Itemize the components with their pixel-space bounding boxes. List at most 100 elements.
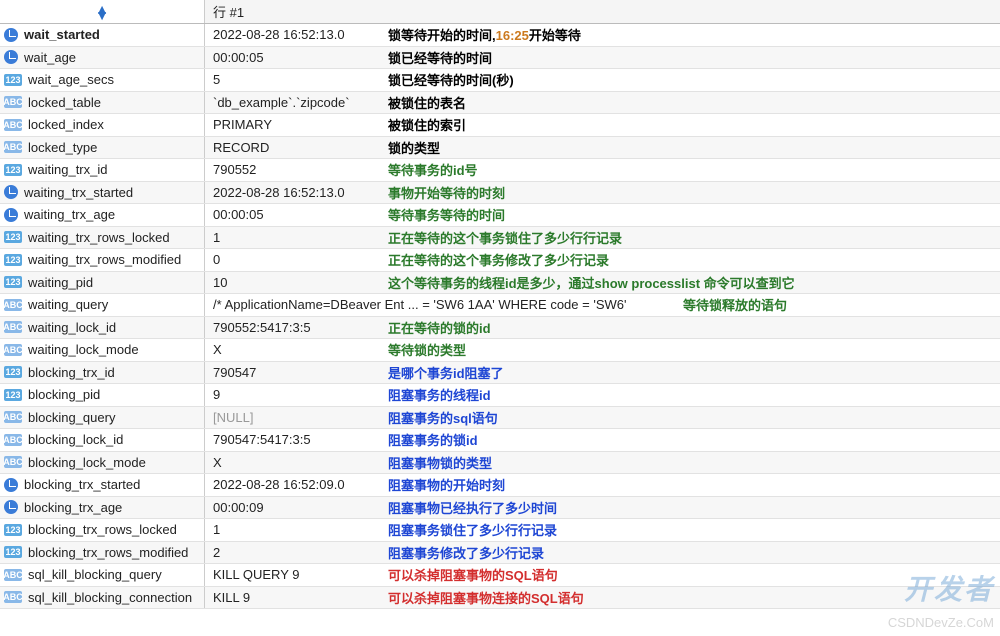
property-row[interactable]: 123waiting_trx_rows_locked1正在等待的这个事务锁住了多…: [0, 227, 1000, 250]
property-value[interactable]: 00:00:05: [205, 47, 380, 69]
property-name-cell[interactable]: ABClocked_table: [0, 92, 205, 114]
property-description: 等待事务的id号: [388, 160, 478, 179]
property-row[interactable]: ABCwaiting_query/* ApplicationName=DBeav…: [0, 294, 1000, 317]
property-name-cell[interactable]: 123blocking_trx_rows_locked: [0, 519, 205, 541]
property-row[interactable]: waiting_trx_started2022-08-28 16:52:13.0…: [0, 182, 1000, 205]
property-row[interactable]: ABCblocking_lock_modeX阻塞事物锁的类型: [0, 452, 1000, 475]
text-type-icon: ABC: [4, 119, 22, 131]
property-name-cell[interactable]: ABCwaiting_lock_id: [0, 317, 205, 339]
property-name-cell[interactable]: ABCwaiting_query: [0, 294, 205, 316]
property-row[interactable]: blocking_trx_started2022-08-28 16:52:09.…: [0, 474, 1000, 497]
property-name: locked_type: [28, 140, 204, 155]
property-row[interactable]: ABClocked_table`db_example`.`zipcode`被锁住…: [0, 92, 1000, 115]
property-value[interactable]: 2022-08-28 16:52:13.0: [205, 182, 380, 204]
property-value[interactable]: KILL 9: [205, 587, 380, 609]
property-value[interactable]: 0: [205, 249, 380, 271]
property-name: waiting_trx_id: [28, 162, 204, 177]
property-value[interactable]: PRIMARY: [205, 114, 380, 136]
property-desc-cell: 可以杀掉阻塞事物的SQL语句: [380, 564, 1000, 586]
property-name-cell[interactable]: blocking_trx_started: [0, 474, 205, 496]
text-type-icon: ABC: [4, 344, 22, 356]
property-name: waiting_pid: [28, 275, 204, 290]
number-type-icon: 123: [4, 546, 22, 558]
property-description: 锁的类型: [388, 138, 440, 157]
property-name-cell[interactable]: ABClocked_index: [0, 114, 205, 136]
property-row[interactable]: 123wait_age_secs5锁已经等待的时间(秒): [0, 69, 1000, 92]
property-name-cell[interactable]: wait_started: [0, 24, 205, 46]
property-row[interactable]: ABCwaiting_lock_id790552:5417:3:5正在等待的锁的…: [0, 317, 1000, 340]
property-value[interactable]: [NULL]: [205, 407, 380, 429]
row-hash-header[interactable]: 行 #1: [205, 0, 1000, 23]
property-name-cell[interactable]: 123waiting_pid: [0, 272, 205, 294]
property-name-cell[interactable]: ABCsql_kill_blocking_connection: [0, 587, 205, 609]
property-row[interactable]: 123blocking_pid9阻塞事务的线程id: [0, 384, 1000, 407]
property-description: 这个等待事务的线程id是多少，通过show processlist 命令可以查到…: [388, 273, 795, 292]
property-name-cell[interactable]: 123blocking_pid: [0, 384, 205, 406]
row-hash-label: 行 #1: [213, 2, 244, 21]
property-value[interactable]: 2022-08-28 16:52:13.0: [205, 24, 380, 46]
property-name: sql_kill_blocking_connection: [28, 590, 204, 605]
property-name: waiting_lock_mode: [28, 342, 204, 357]
property-row[interactable]: 123waiting_trx_id790552 等待事务的id号: [0, 159, 1000, 182]
property-row[interactable]: ABClocked_indexPRIMARY被锁住的索引: [0, 114, 1000, 137]
property-name-cell[interactable]: waiting_trx_started: [0, 182, 205, 204]
property-value[interactable]: X: [205, 452, 380, 474]
property-name-cell[interactable]: wait_age: [0, 47, 205, 69]
sort-column-header[interactable]: ▲▼: [0, 0, 205, 23]
property-value[interactable]: 10: [205, 272, 380, 294]
property-value[interactable]: 1: [205, 519, 380, 541]
property-row[interactable]: ABCwaiting_lock_modeX等待锁的类型: [0, 339, 1000, 362]
property-name-cell[interactable]: ABCblocking_lock_id: [0, 429, 205, 451]
property-desc-cell: 阻塞事物锁的类型: [380, 452, 1000, 474]
property-row[interactable]: ABCblocking_query[NULL]阻塞事务的sql语句: [0, 407, 1000, 430]
property-name-cell[interactable]: ABCblocking_query: [0, 407, 205, 429]
property-value[interactable]: RECORD: [205, 137, 380, 159]
property-name-cell[interactable]: ABCsql_kill_blocking_query: [0, 564, 205, 586]
property-name-cell[interactable]: ABC waiting_lock_mode: [0, 339, 205, 361]
property-value[interactable]: 790552: [205, 159, 380, 181]
property-value[interactable]: 790552:5417:3:5: [205, 317, 380, 339]
property-name: blocking_trx_rows_modified: [28, 545, 204, 560]
property-row[interactable]: ABClocked_typeRECORD 锁的类型: [0, 137, 1000, 160]
property-row[interactable]: wait_started2022-08-28 16:52:13.0锁等待开始的时…: [0, 24, 1000, 47]
property-row[interactable]: waiting_trx_age00:00:05等待事务等待的时间: [0, 204, 1000, 227]
number-type-icon: 123: [4, 231, 22, 243]
property-row[interactable]: 123blocking_trx_rows_locked1阻塞事务锁住了多少行行记…: [0, 519, 1000, 542]
property-row[interactable]: 123waiting_pid10 这个等待事务的线程id是多少，通过show pr…: [0, 272, 1000, 295]
property-row[interactable]: ABCblocking_lock_id790547:5417:3:5阻塞事务的锁…: [0, 429, 1000, 452]
property-desc-cell: 正在等待的锁的id: [380, 317, 1000, 339]
property-name-cell[interactable]: 123waiting_trx_rows_modified: [0, 249, 205, 271]
property-name-cell[interactable]: 123 blocking_trx_rows_modified: [0, 542, 205, 564]
property-value[interactable]: 00:00:09: [205, 497, 380, 519]
property-value[interactable]: 790547:5417:3:5: [205, 429, 380, 451]
property-value[interactable]: /* ApplicationName=DBeaver Ent ... = 'SW…: [205, 294, 675, 316]
property-value[interactable]: 5: [205, 69, 380, 91]
property-value[interactable]: 790547: [205, 362, 380, 384]
property-name-cell[interactable]: waiting_trx_age: [0, 204, 205, 226]
property-row[interactable]: 123blocking_trx_rows_modified2阻塞事务修改了多少行…: [0, 542, 1000, 565]
property-name-cell[interactable]: ABClocked_type: [0, 137, 205, 159]
property-row[interactable]: ABCsql_kill_blocking_connectionKILL 9可以杀…: [0, 587, 1000, 610]
property-value[interactable]: 9: [205, 384, 380, 406]
property-row[interactable]: wait_age00:00:05锁已经等待的时间: [0, 47, 1000, 70]
property-name-cell[interactable]: 123waiting_trx_rows_locked: [0, 227, 205, 249]
property-row[interactable]: 123waiting_trx_rows_modified0正在等待的这个事务修改…: [0, 249, 1000, 272]
property-name-cell[interactable]: 123wait_age_secs: [0, 69, 205, 91]
property-value[interactable]: `db_example`.`zipcode`: [205, 92, 380, 114]
property-name-cell[interactable]: 123waiting_trx_id: [0, 159, 205, 181]
property-name-cell[interactable]: 123blocking_trx_id: [0, 362, 205, 384]
property-value[interactable]: 2: [205, 542, 380, 564]
property-row[interactable]: 123blocking_trx_id790547是哪个事务id阻塞了: [0, 362, 1000, 385]
property-row[interactable]: ABCsql_kill_blocking_queryKILL QUERY 9可以…: [0, 564, 1000, 587]
clock-icon: [4, 208, 18, 222]
property-value[interactable]: 2022-08-28 16:52:09.0: [205, 474, 380, 496]
property-value[interactable]: X: [205, 339, 380, 361]
sort-icon: ▲▼: [95, 6, 109, 18]
property-row[interactable]: blocking_trx_age00:00:09阻塞事物已经执行了多少时间: [0, 497, 1000, 520]
property-name-cell[interactable]: ABCblocking_lock_mode: [0, 452, 205, 474]
property-value[interactable]: KILL QUERY 9: [205, 564, 380, 586]
property-value[interactable]: 1: [205, 227, 380, 249]
property-name: blocking_trx_rows_locked: [28, 522, 204, 537]
property-value[interactable]: 00:00:05: [205, 204, 380, 226]
property-name-cell[interactable]: blocking_trx_age: [0, 497, 205, 519]
